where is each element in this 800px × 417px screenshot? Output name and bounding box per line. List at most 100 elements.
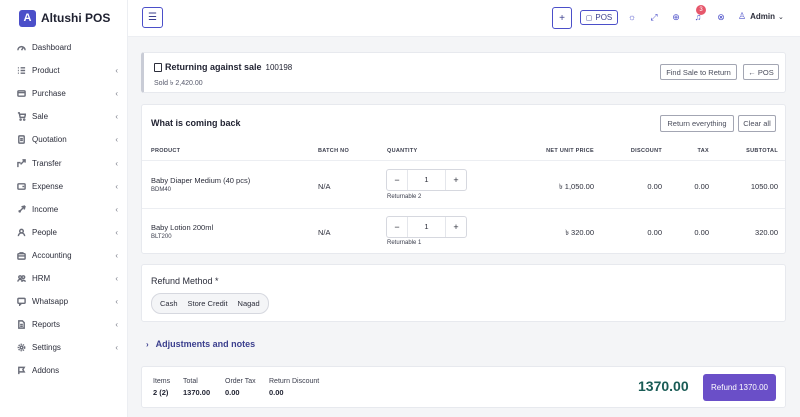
sidebar-item-reports[interactable]: Reports ‹ (0, 313, 128, 336)
column-header-net-unit-price: NET UNIT PRICE (546, 148, 594, 154)
chevron-right-icon: › (146, 339, 149, 349)
refund-method-selector: Cash Store Credit Nagad (151, 293, 269, 314)
sidebar-item-dashboard[interactable]: Dashboard (0, 36, 128, 59)
gear-icon (15, 342, 27, 354)
globe-icon[interactable]: ⊗ (714, 10, 728, 24)
sold-amount: Sold ৳ 2,420.00 (154, 80, 203, 87)
order-tax-value: 0.00 (225, 388, 240, 397)
chevron-left-icon: ‹ (115, 158, 118, 168)
items-label: Items (153, 378, 171, 385)
list-icon (15, 65, 27, 77)
subtotal-value: 320.00 (755, 228, 778, 237)
total-label: Total (183, 378, 198, 385)
sidebar-item-settings[interactable]: Settings ‹ (0, 336, 128, 359)
sidebar-item-hrm[interactable]: HRM ‹ (0, 267, 128, 290)
pos-button[interactable]: ▢ POS (580, 10, 618, 25)
people-icon (15, 272, 27, 284)
sidebar-item-addons[interactable]: Addons (0, 359, 128, 382)
theme-toggle-icon[interactable]: ☼ (625, 10, 639, 24)
refund-method-title: Refund Method * (151, 276, 219, 286)
sidebar-item-sale[interactable]: Sale ‹ (0, 105, 128, 128)
chevron-left-icon: ‹ (115, 320, 118, 330)
sidebar-item-label: Purchase (32, 89, 66, 99)
return-title-text: Returning against sale (165, 62, 262, 72)
sidebar-item-accounting[interactable]: Accounting ‹ (0, 244, 128, 267)
sidebar-item-label: People (32, 227, 57, 237)
user-name: Admin (750, 12, 775, 21)
column-header-quantity: QUANTITY (387, 148, 418, 154)
person-icon (15, 226, 27, 238)
sidebar-item-label: Reports (32, 320, 61, 330)
refund-option-cash[interactable]: Cash (155, 299, 183, 308)
refund-option-store-credit[interactable]: Store Credit (183, 299, 233, 308)
flag-icon (15, 365, 27, 377)
chevron-left-icon: ‹ (115, 297, 118, 307)
chevron-left-icon: ‹ (115, 343, 118, 353)
items-section-title: What is coming back (151, 118, 241, 128)
subtotal-value: 1050.00 (750, 182, 778, 191)
quantity-stepper: − 1 + (386, 216, 467, 238)
back-to-pos-button[interactable]: ← POS (743, 64, 779, 80)
quantity-input[interactable]: 1 (407, 217, 446, 237)
discount-value: 0.00 (647, 182, 662, 191)
net-unit-price: ৳ 320.00 (565, 228, 594, 237)
sidebar-item-income[interactable]: Income ‹ (0, 198, 128, 221)
decrement-button[interactable]: − (387, 222, 407, 232)
refund-button[interactable]: Refund 1370.00 (703, 374, 776, 401)
sidebar-item-quotation[interactable]: Quotation ‹ (0, 128, 128, 151)
chevron-left-icon: ‹ (115, 66, 118, 76)
increment-button[interactable]: + (446, 175, 466, 185)
sidebar-item-product[interactable]: Product ‹ (0, 59, 128, 82)
order-tax-label: Order Tax (225, 378, 256, 385)
cart-icon[interactable]: ⊕ (669, 10, 683, 24)
refund-method-card: Refund Method * Cash Store Credit Nagad (141, 264, 786, 322)
app-name: Altushi POS (41, 11, 111, 25)
increment-button[interactable]: + (446, 222, 466, 232)
grand-total: 1370.00 (638, 378, 689, 394)
refund-option-nagad[interactable]: Nagad (233, 299, 265, 308)
transfer-icon (15, 157, 27, 169)
adjustments-toggle[interactable]: › Adjustments and notes (146, 339, 255, 349)
sale-number: 100198 (265, 62, 293, 72)
chevron-down-icon: ⌄ (777, 13, 784, 21)
user-menu[interactable]: ♙ Admin ⌄ (738, 11, 784, 22)
sidebar-nav: Dashboard Product ‹ Purchase ‹ Sale ‹ Qu… (0, 36, 128, 382)
dashboard-icon (15, 42, 27, 54)
return-discount-label: Return Discount (269, 378, 320, 385)
find-sale-button[interactable]: Find Sale to Return (660, 64, 737, 80)
returnable-note: Returnable 1 (387, 240, 422, 246)
tax-value: 0.00 (694, 182, 709, 191)
menu-toggle-button[interactable]: ☰ (142, 7, 163, 28)
return-everything-button[interactable]: Return everything (660, 115, 734, 132)
sidebar-item-whatsapp[interactable]: Whatsapp ‹ (0, 290, 128, 313)
items-value: 2 (2) (153, 388, 169, 397)
column-header-tax: TAX (697, 148, 709, 154)
adjustments-label: Adjustments and notes (155, 339, 256, 349)
sidebar-item-label: Quotation (32, 135, 67, 145)
product-name: Baby Lotion 200ml (151, 223, 214, 232)
return-items-card: What is coming back Return everything Cl… (141, 104, 786, 254)
column-header-batch: BATCH NO (318, 148, 350, 154)
sidebar-item-label: Product (32, 66, 60, 76)
hamburger-icon: ☰ (148, 11, 157, 23)
quantity-input[interactable]: 1 (407, 170, 446, 190)
decrement-button[interactable]: − (387, 175, 407, 185)
batch-no: N/A (318, 228, 331, 237)
chevron-left-icon: ‹ (115, 89, 118, 99)
sidebar-item-transfer[interactable]: Transfer ‹ (0, 151, 128, 174)
sidebar-item-expense[interactable]: Expense ‹ (0, 175, 128, 198)
divider (142, 208, 785, 209)
column-header-discount: DISCOUNT (630, 148, 662, 154)
app-logo: A (19, 9, 36, 27)
add-new-button[interactable]: + (552, 7, 572, 29)
clear-all-button[interactable]: Clear all (738, 115, 776, 132)
chevron-left-icon: ‹ (115, 204, 118, 214)
sidebar-item-label: Expense (32, 181, 64, 191)
sidebar-item-purchase[interactable]: Purchase ‹ (0, 82, 128, 105)
sidebar-item-label: Transfer (32, 158, 62, 168)
sidebar-item-people[interactable]: People ‹ (0, 221, 128, 244)
column-header-product: PRODUCT (151, 148, 181, 154)
brand[interactable]: A Altushi POS (0, 0, 127, 36)
fullscreen-icon[interactable]: ⤢ (647, 10, 661, 24)
user-icon: ♙ (738, 11, 747, 21)
